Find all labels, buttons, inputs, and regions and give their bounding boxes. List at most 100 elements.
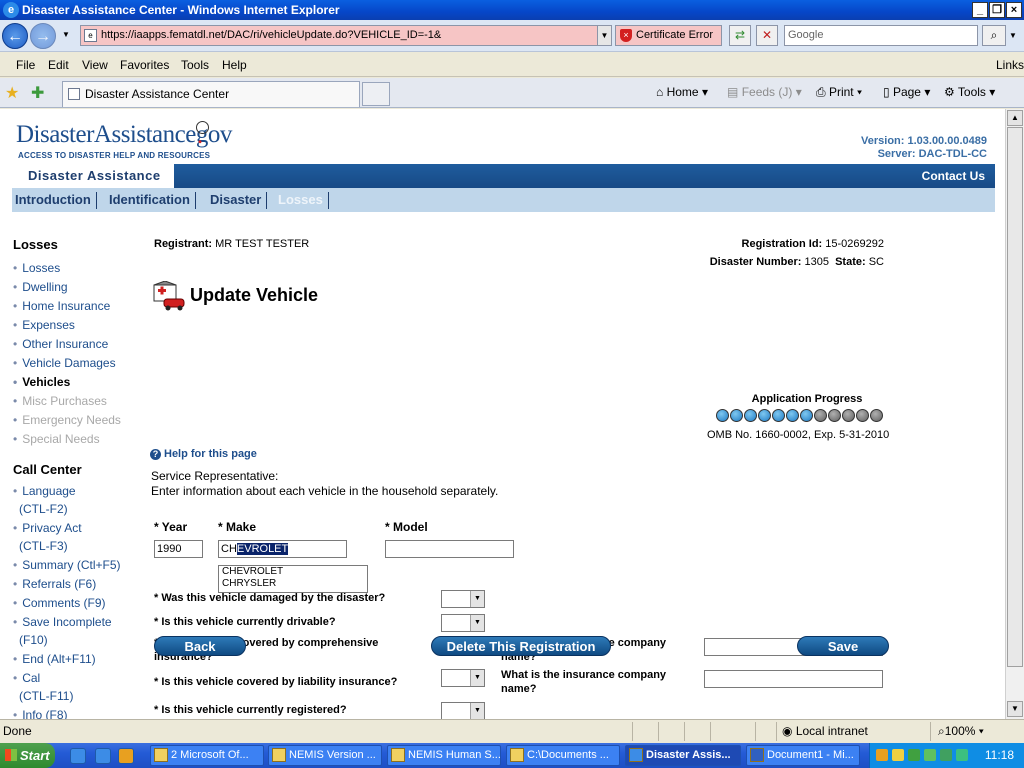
menu-view[interactable]: View <box>82 58 108 72</box>
tray-icon-2[interactable] <box>892 749 904 761</box>
sidebar-item-other-insurance[interactable]: • Other Insurance <box>13 337 108 351</box>
damaged-select[interactable]: ▼ <box>441 590 485 608</box>
sidebar-item-save-shortcut[interactable]: (F10) <box>19 633 48 647</box>
sidebar-item-end[interactable]: • End (Alt+F11) <box>13 652 96 666</box>
site-logo[interactable]: DisasterAssistance. gov <box>16 121 232 149</box>
stop-button[interactable]: ✕ <box>756 25 778 46</box>
sidebar-item-privacy-shortcut[interactable]: (CTL-F3) <box>19 539 68 553</box>
model-input[interactable] <box>385 540 514 558</box>
search-input[interactable]: Google <box>784 25 978 46</box>
page-title: Update Vehicle <box>190 285 319 305</box>
feeds-command[interactable]: ▤ Feeds (J) ▾ <box>727 85 802 99</box>
print-command[interactable]: ⎙ Print ▾ <box>816 85 862 100</box>
tab-identification[interactable]: Identification <box>109 192 196 209</box>
sidebar-item-cal[interactable]: • Cal <box>13 671 40 685</box>
sidebar-item-expenses[interactable]: • Expenses <box>13 318 75 332</box>
back-nav-button[interactable]: ← <box>2 23 28 49</box>
home-command[interactable]: ⌂ Home ▾ <box>656 85 708 99</box>
quicklaunch-outlook-icon[interactable] <box>118 748 134 764</box>
tab-losses[interactable]: Losses <box>278 192 329 209</box>
scroll-thumb[interactable] <box>1007 127 1023 667</box>
taskbar-disaster-assistance[interactable]: Disaster Assis... <box>625 745 741 766</box>
sidebar-item-vehicles[interactable]: • Vehicles <box>13 375 70 389</box>
chevron-down-icon: ▼ <box>470 615 484 631</box>
address-dropdown-icon[interactable]: ▼ <box>597 26 611 45</box>
taskbar-microsoft-office[interactable]: 2 Microsoft Of... <box>150 745 264 766</box>
new-tab-button[interactable] <box>362 82 390 106</box>
quicklaunch-ie-icon[interactable] <box>95 748 111 764</box>
tools-command[interactable]: ⚙ Tools ▾ <box>944 85 995 99</box>
sidebar-item-vehicle-damages[interactable]: • Vehicle Damages <box>13 356 116 370</box>
vertical-scrollbar[interactable]: ▲ ▼ <box>1005 109 1024 719</box>
sidebar-item-info[interactable]: • Info (F8) <box>13 708 68 719</box>
scroll-up-icon[interactable]: ▲ <box>1007 110 1023 126</box>
suggestion-chrysler[interactable]: CHRYSLER <box>222 578 367 590</box>
sidebar-item-cal-shortcut[interactable]: (CTL-F11) <box>19 689 73 703</box>
year-input[interactable]: 1990 <box>154 540 203 558</box>
history-dropdown-icon[interactable]: ▼ <box>62 30 70 39</box>
tab-disaster[interactable]: Disaster <box>210 192 268 209</box>
search-icon[interactable]: ⌕ <box>982 25 1006 46</box>
tray-icon-5[interactable] <box>940 749 952 761</box>
sidebar-item-language-shortcut[interactable]: (CTL-F2) <box>19 502 68 516</box>
restore-button[interactable]: ❐ <box>989 2 1005 18</box>
taskbar-documents[interactable]: C:\Documents ... <box>506 745 620 766</box>
tab-introduction[interactable]: Introduction <box>15 192 97 209</box>
taskbar-document1[interactable]: Document1 - Mi... <box>746 745 860 766</box>
help-link-row[interactable]: ? Help for this page <box>150 448 257 460</box>
tab-disaster-assistance[interactable]: Disaster Assistance Center <box>62 81 360 107</box>
drivable-select[interactable]: ▼ <box>441 614 485 632</box>
refresh-button[interactable]: ⇄ <box>729 25 751 46</box>
address-input[interactable]: e https://iaapps.fematdl.net/DAC/ri/vehi… <box>80 25 612 46</box>
menu-edit[interactable]: Edit <box>48 58 69 72</box>
windows-flag-icon <box>5 749 17 761</box>
add-favorite-icon[interactable]: ✚ <box>31 83 44 103</box>
delete-registration-button[interactable]: Delete This Registration <box>431 636 611 656</box>
favorites-star-icon[interactable]: ★ <box>5 83 19 103</box>
quicklaunch-icon[interactable] <box>70 748 86 764</box>
minimize-button[interactable]: _ <box>972 2 988 18</box>
tray-icon-3[interactable] <box>908 749 920 761</box>
links-button[interactable]: Links <box>996 58 1024 72</box>
sidebar-item-comments[interactable]: • Comments (F9) <box>13 596 106 610</box>
forward-nav-button[interactable]: → <box>30 23 56 49</box>
tray-icon-4[interactable] <box>924 749 936 761</box>
sidebar-item-language[interactable]: • Language <box>13 484 76 498</box>
menu-tools[interactable]: Tools <box>181 58 209 72</box>
sidebar-item-home-insurance[interactable]: • Home Insurance <box>13 299 110 313</box>
save-button[interactable]: Save <box>797 636 889 656</box>
taskbar-nemis-human[interactable]: NEMIS Human S... <box>387 745 501 766</box>
back-button[interactable]: Back <box>154 636 246 656</box>
sidebar-item-losses[interactable]: • Losses <box>13 261 60 275</box>
menu-file[interactable]: File <box>16 58 35 72</box>
liability-insurer-input[interactable] <box>704 670 883 688</box>
help-link[interactable]: Help for this page <box>164 448 257 460</box>
make-input[interactable]: CHEVROLET <box>218 540 347 558</box>
taskbar-nemis-version[interactable]: NEMIS Version ... <box>268 745 382 766</box>
search-dropdown-icon[interactable]: ▼ <box>1009 31 1017 40</box>
page-icon: e <box>84 29 97 42</box>
sidebar-item-privacy-act[interactable]: • Privacy Act <box>13 521 82 535</box>
registered-select[interactable]: ▼ <box>441 702 485 719</box>
tray-icon-6[interactable] <box>956 749 968 761</box>
page-command[interactable]: ▯ Page ▾ <box>883 85 930 99</box>
menu-help[interactable]: Help <box>222 58 247 72</box>
sidebar-item-summary[interactable]: • Summary (Ctl+F5) <box>13 558 121 572</box>
liability-select[interactable]: ▼ <box>441 669 485 687</box>
start-button[interactable]: Start <box>0 743 55 768</box>
suggestion-chevrolet[interactable]: CHEVROLET <box>222 566 367 578</box>
menu-favorites[interactable]: Favorites <box>120 58 169 72</box>
zoom-level[interactable]: ⌕100% ▾ <box>938 724 984 739</box>
tray-icon-1[interactable] <box>876 749 888 761</box>
contact-us-link[interactable]: Contact Us <box>922 169 985 183</box>
url-text: https://iaapps.fematdl.net/DAC/ri/vehicl… <box>101 29 442 41</box>
sidebar-item-save-incomplete[interactable]: • Save Incomplete <box>13 615 112 629</box>
scroll-down-icon[interactable]: ▼ <box>1007 701 1023 717</box>
close-button[interactable]: × <box>1006 2 1022 18</box>
sidebar-item-referrals[interactable]: • Referrals (F6) <box>13 577 96 591</box>
window-title-bar[interactable]: e Disaster Assistance Center - Windows I… <box>0 0 1024 20</box>
step-tabs: Introduction Identification Disaster Los… <box>12 188 995 212</box>
omb-number: OMB No. 1660-0002, Exp. 5-31-2010 <box>707 429 890 441</box>
certificate-error-button[interactable]: × Certificate Error <box>615 25 722 46</box>
sidebar-item-dwelling[interactable]: • Dwelling <box>13 280 68 294</box>
